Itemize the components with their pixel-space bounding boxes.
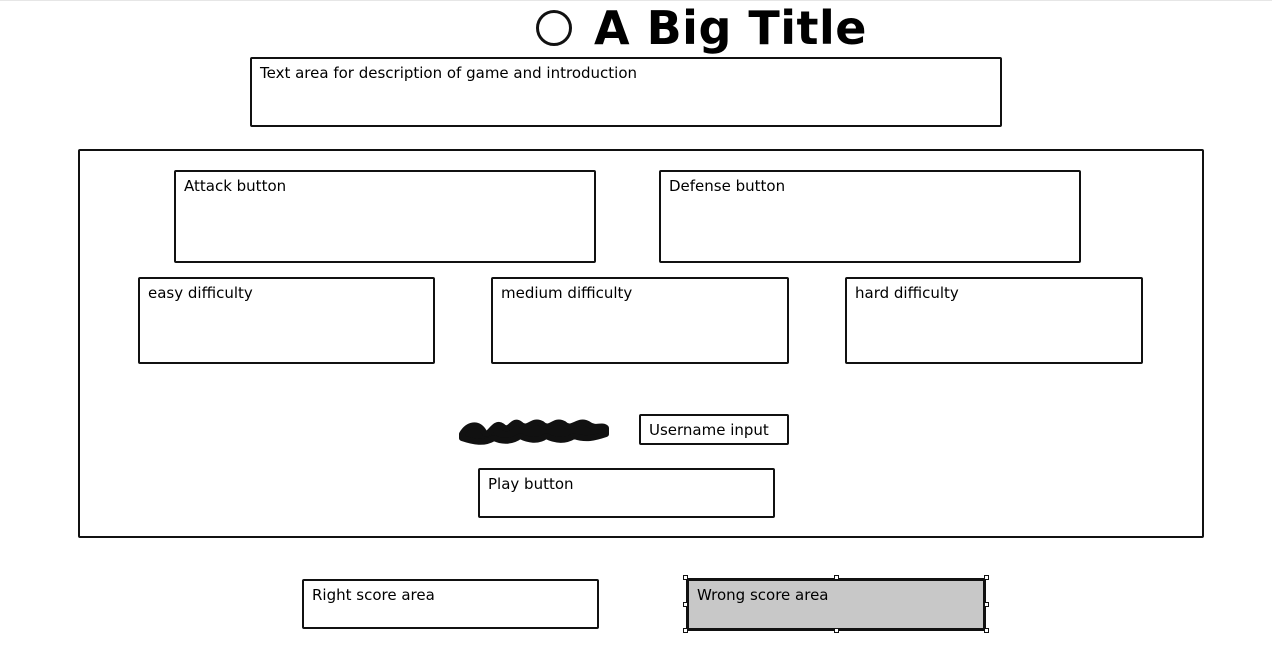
- right-score-area: Right score area: [302, 579, 599, 629]
- title-bar: A Big Title: [536, 2, 867, 54]
- defense-button[interactable]: Defense button: [659, 170, 1081, 263]
- play-button-label: Play button: [488, 475, 574, 493]
- page-title: A Big Title: [594, 1, 867, 55]
- resize-handle-right-middle[interactable]: [984, 602, 989, 607]
- defense-button-label: Defense button: [669, 177, 786, 195]
- resize-handle-top-middle[interactable]: [834, 575, 839, 580]
- medium-difficulty-label: medium difficulty: [501, 284, 633, 302]
- resize-handle-bottom-left[interactable]: [683, 628, 688, 633]
- easy-difficulty-label: easy difficulty: [148, 284, 253, 302]
- description-textarea[interactable]: Text area for description of game and in…: [250, 57, 1002, 127]
- easy-difficulty-button[interactable]: easy difficulty: [138, 277, 435, 364]
- username-input[interactable]: Username input: [639, 414, 789, 445]
- resize-handle-bottom-middle[interactable]: [834, 628, 839, 633]
- resize-handle-top-left[interactable]: [683, 575, 688, 580]
- attack-button-label: Attack button: [184, 177, 287, 195]
- wrong-score-area: Wrong score area: [686, 578, 986, 631]
- play-button[interactable]: Play button: [478, 468, 775, 518]
- scribble-icon: [459, 419, 609, 445]
- attack-button[interactable]: Attack button: [174, 170, 596, 263]
- wrong-score-label: Wrong score area: [697, 586, 829, 604]
- hard-difficulty-button[interactable]: hard difficulty: [845, 277, 1143, 364]
- medium-difficulty-button[interactable]: medium difficulty: [491, 277, 789, 364]
- resize-handle-bottom-right[interactable]: [984, 628, 989, 633]
- description-placeholder: Text area for description of game and in…: [260, 64, 637, 82]
- hard-difficulty-label: hard difficulty: [855, 284, 959, 302]
- username-input-label: Username input: [649, 421, 769, 439]
- resize-handle-left-middle[interactable]: [683, 602, 688, 607]
- resize-handle-top-right[interactable]: [984, 575, 989, 580]
- circle-icon: [536, 10, 572, 46]
- right-score-label: Right score area: [312, 586, 435, 604]
